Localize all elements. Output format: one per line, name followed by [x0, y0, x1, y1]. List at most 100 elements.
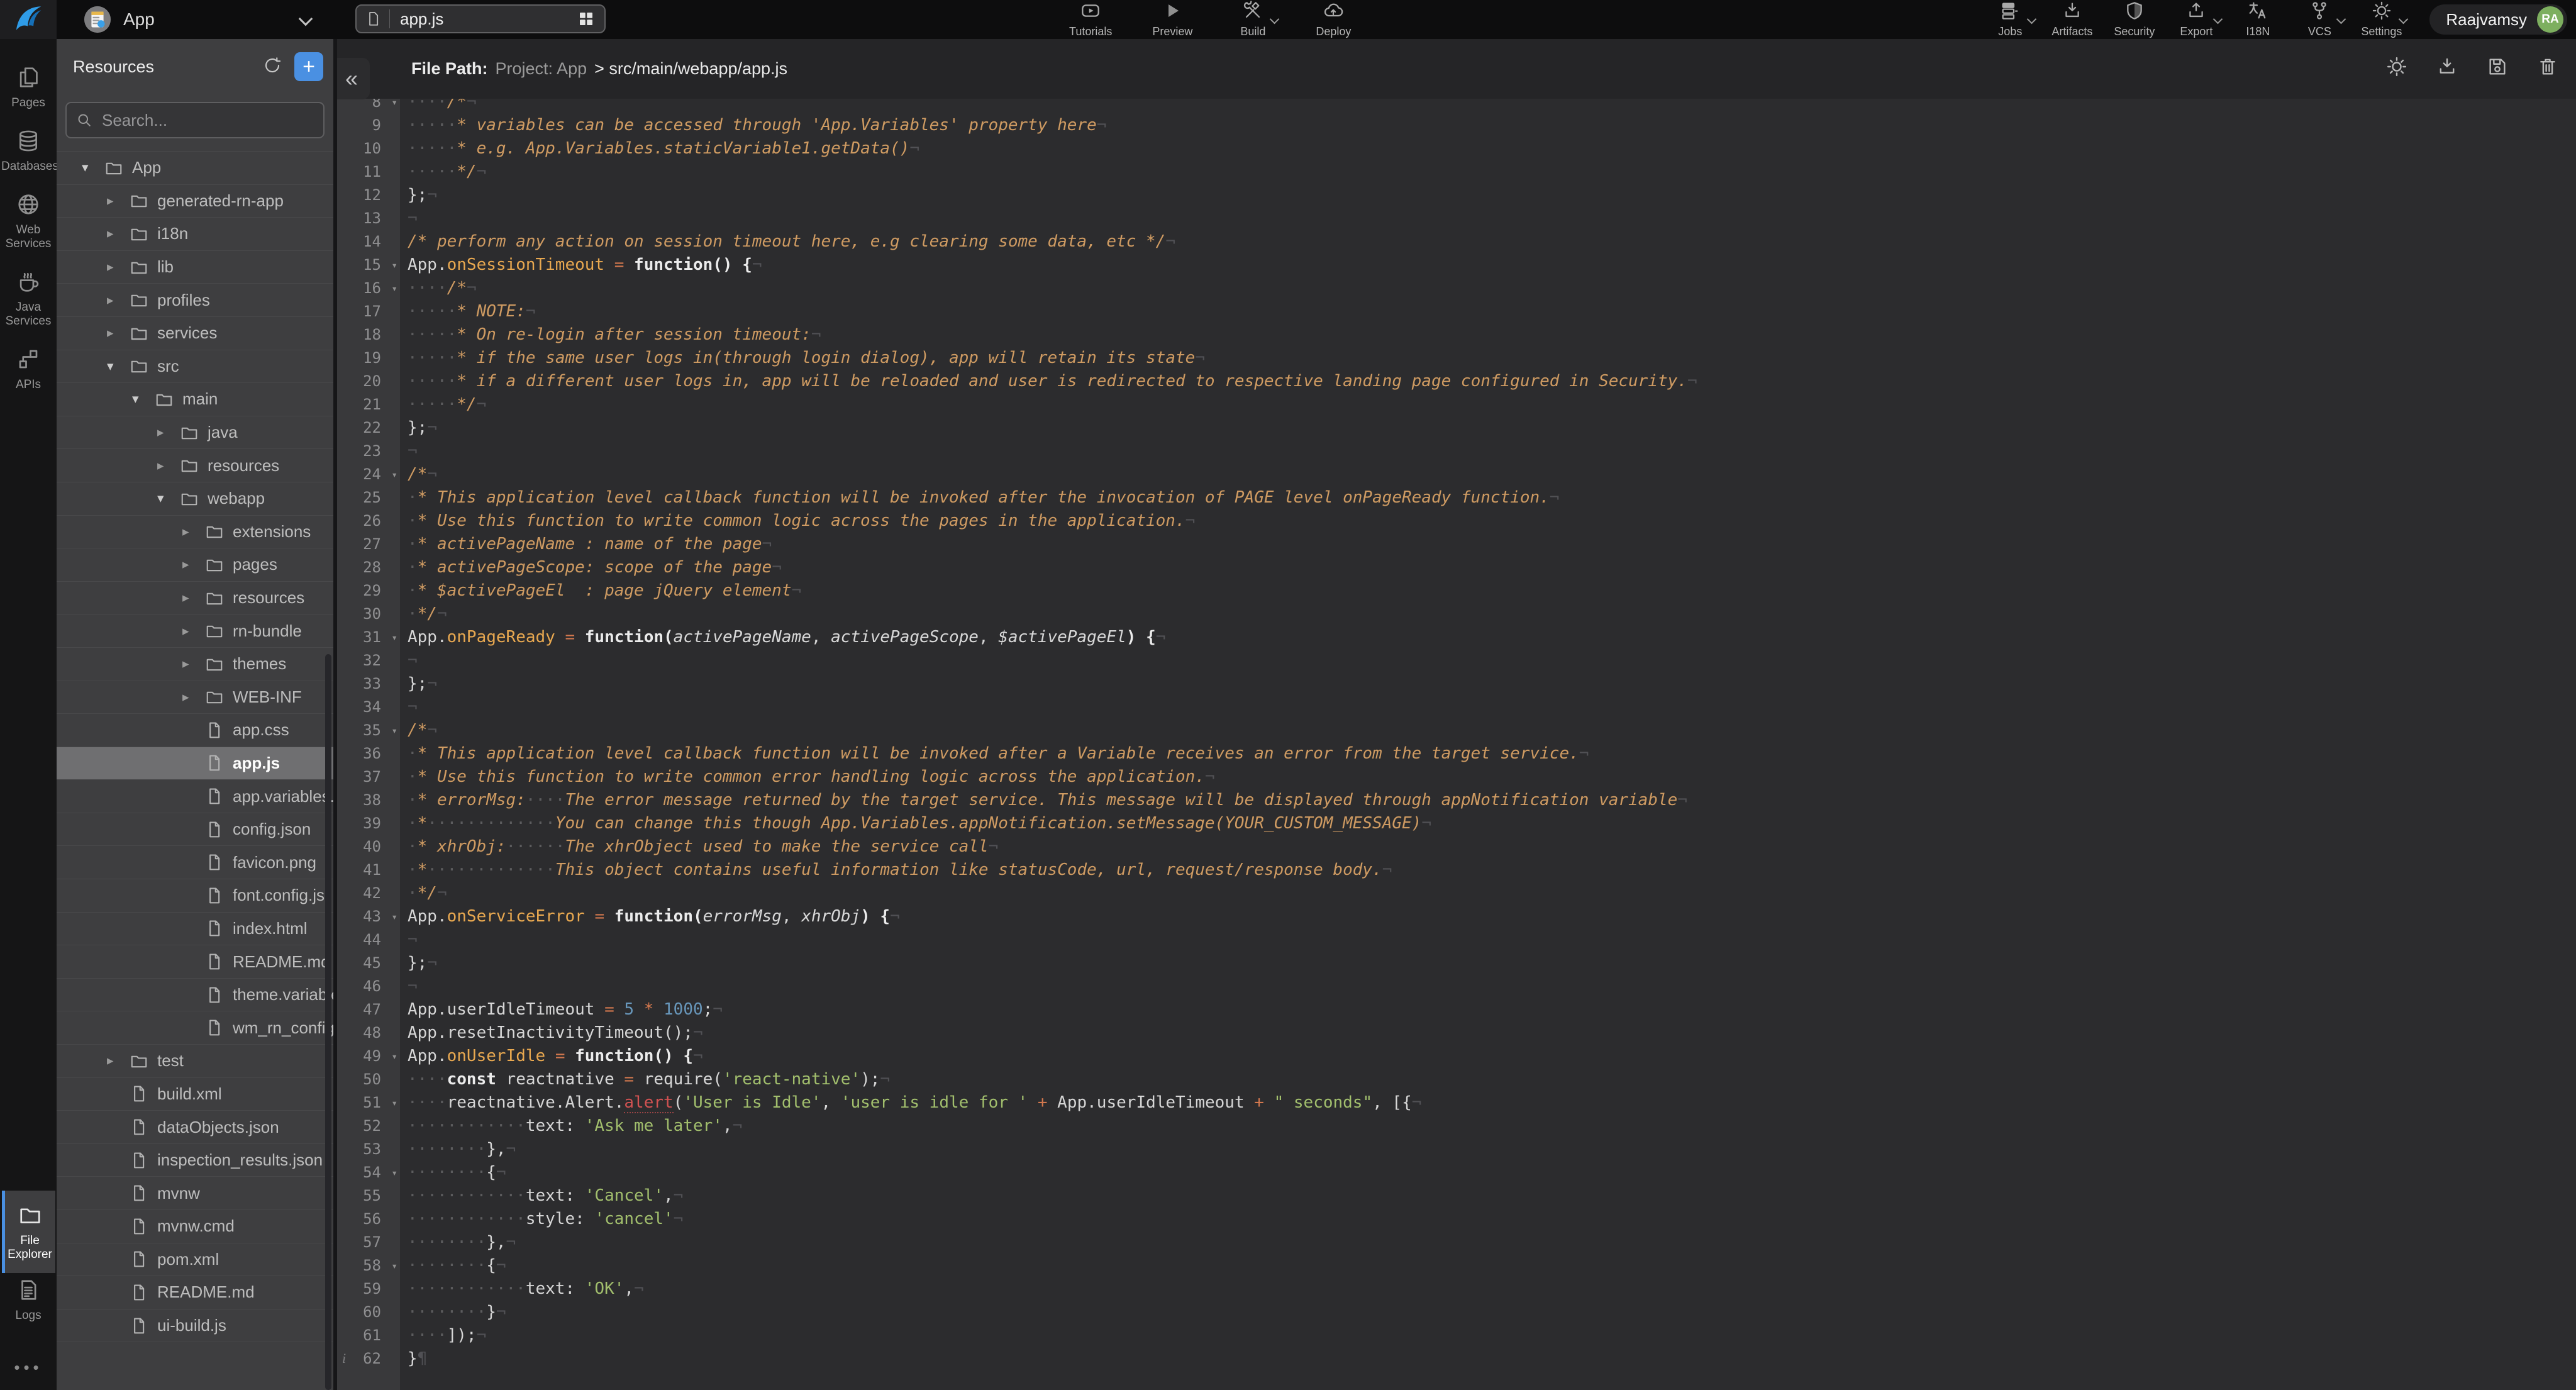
tab-appjs[interactable]: app.js — [355, 4, 606, 33]
tree-row[interactable]: README.md — [57, 945, 333, 979]
search-input[interactable] — [101, 110, 314, 131]
panel-scrollbar[interactable] — [325, 654, 331, 1390]
tree-row[interactable]: ▸extensions — [57, 516, 333, 549]
tree-row[interactable]: ▸profiles — [57, 284, 333, 317]
tree-row[interactable]: ▾App — [57, 152, 333, 185]
code-line[interactable]: 9·····* variables can be accessed throug… — [337, 114, 2576, 137]
tree-row[interactable]: font.config.js — [57, 879, 333, 913]
editor-settings-gear-icon[interactable] — [2386, 56, 2407, 82]
collapsed-arrow-icon[interactable]: ▸ — [157, 458, 180, 474]
tree-row[interactable]: ▸themes — [57, 648, 333, 681]
code-line[interactable]: 60········}¬ — [337, 1301, 2576, 1324]
code-line[interactable]: 16▾····/*¬ — [337, 277, 2576, 300]
chevron-down-icon[interactable] — [299, 12, 313, 26]
code-line[interactable]: 20·····* if a different user logs in, ap… — [337, 370, 2576, 393]
chevron-down-icon[interactable] — [2399, 14, 2409, 25]
jobs-button[interactable]: Jobs — [1990, 1, 2030, 38]
code-line[interactable]: 18·····* On re-login after session timeo… — [337, 323, 2576, 347]
security-button[interactable]: Security — [2114, 1, 2155, 38]
tree-row[interactable]: theme.variables.less — [57, 979, 333, 1012]
tree-row[interactable]: ▸generated-rn-app — [57, 185, 333, 218]
sidebar-item-pages[interactable]: Pages — [0, 65, 57, 110]
code-line[interactable]: 40·* xhrObj:······The xhrObject used to … — [337, 835, 2576, 859]
collapsed-arrow-icon[interactable]: ▸ — [107, 259, 130, 275]
code-line[interactable]: 14/* perform any action on session timeo… — [337, 230, 2576, 253]
code-line[interactable]: 62i}¶ — [337, 1347, 2576, 1371]
chevron-down-icon[interactable] — [2336, 14, 2346, 25]
code-line[interactable]: 59············text: 'OK',¬ — [337, 1277, 2576, 1301]
code-line[interactable]: 10·····* e.g. App.Variables.staticVariab… — [337, 137, 2576, 160]
collapsed-arrow-icon[interactable]: ▸ — [182, 524, 205, 540]
tree-row[interactable]: dataObjects.json — [57, 1111, 333, 1144]
collapsed-arrow-icon[interactable]: ▸ — [182, 590, 205, 606]
tree-row[interactable]: ▸services — [57, 317, 333, 350]
code-area[interactable]: 8▾····/*¬9·····* variables can be access… — [337, 99, 2576, 1390]
code-line[interactable]: 41·*·············This object contains us… — [337, 859, 2576, 882]
chevron-down-icon[interactable] — [2027, 14, 2037, 25]
collapsed-arrow-icon[interactable]: ▸ — [107, 193, 130, 209]
fold-arrow-icon[interactable]: ▾ — [391, 99, 397, 114]
tree-row[interactable]: ▸WEB-INF — [57, 681, 333, 714]
tree-row[interactable]: app.js — [57, 747, 333, 781]
sidebar-item-java-services[interactable]: Java Services — [0, 270, 57, 328]
vcs-button[interactable]: VCS — [2299, 1, 2340, 38]
code-line[interactable]: 55············text: 'Cancel',¬ — [337, 1184, 2576, 1208]
code-line[interactable]: 42·*/¬ — [337, 882, 2576, 905]
expanded-arrow-icon[interactable]: ▾ — [82, 160, 104, 175]
code-line[interactable]: 22};¬ — [337, 416, 2576, 440]
tree-row[interactable]: app.variables.js — [57, 780, 333, 813]
tree-row[interactable]: ▸pages — [57, 548, 333, 582]
code-line[interactable]: 48App.resetInactivityTimeout();¬ — [337, 1021, 2576, 1045]
code-line[interactable]: 45};¬ — [337, 952, 2576, 975]
code-line[interactable]: 17·····* NOTE:¬ — [337, 300, 2576, 323]
tree-row[interactable]: favicon.png — [57, 846, 333, 879]
code-line[interactable]: 39·*·············You can change this tho… — [337, 812, 2576, 835]
tree-row[interactable]: ▸resources — [57, 582, 333, 615]
code-line[interactable]: 19·····* if the same user logs in(throug… — [337, 347, 2576, 370]
tree-row[interactable]: ▸resources — [57, 449, 333, 482]
sidebar-item-logs[interactable]: Logs — [0, 1278, 57, 1323]
collapsed-arrow-icon[interactable]: ▸ — [107, 226, 130, 242]
tree-row[interactable]: ui-build.js — [57, 1309, 333, 1343]
expanded-arrow-icon[interactable]: ▾ — [132, 391, 155, 407]
tree-row[interactable]: ▾webapp — [57, 482, 333, 516]
fold-arrow-icon[interactable]: ▾ — [391, 1091, 397, 1115]
i18n-button[interactable]: I18N — [2238, 1, 2278, 38]
tree-row[interactable]: ▸i18n — [57, 218, 333, 251]
wavemaker-logo[interactable] — [0, 0, 57, 39]
expanded-arrow-icon[interactable]: ▾ — [107, 359, 130, 374]
fold-arrow-icon[interactable]: ▾ — [391, 905, 397, 928]
fold-arrow-icon[interactable]: ▾ — [391, 463, 397, 486]
user-menu[interactable]: Raajvamsy RA — [2429, 4, 2567, 35]
sidebar-item-databases[interactable]: Databases — [0, 129, 57, 174]
code-line[interactable]: 38·* errorMsg:····The error message retu… — [337, 789, 2576, 812]
code-line[interactable]: 29·* $activePageEl : page jQuery element… — [337, 579, 2576, 603]
code-line[interactable]: 8▾····/*¬ — [337, 99, 2576, 114]
fold-arrow-icon[interactable]: ▾ — [391, 1254, 397, 1277]
code-line[interactable]: 13¬ — [337, 207, 2576, 230]
code-line[interactable]: 23¬ — [337, 440, 2576, 463]
fold-arrow-icon[interactable]: ▾ — [391, 1045, 397, 1068]
sidebar-item-apis[interactable]: APIs — [0, 347, 57, 392]
tree-row[interactable]: pom.xml — [57, 1243, 333, 1277]
collapsed-arrow-icon[interactable]: ▸ — [182, 557, 205, 572]
code-line[interactable]: 61····]);¬ — [337, 1324, 2576, 1347]
tree-row[interactable]: app.css — [57, 714, 333, 747]
code-line[interactable]: 54▾········{¬ — [337, 1161, 2576, 1184]
refresh-icon[interactable] — [263, 56, 282, 78]
add-resource-button[interactable]: + — [294, 52, 323, 81]
tutorials-button[interactable]: Tutorials — [1069, 1, 1112, 38]
tree-row[interactable]: inspection_results.json — [57, 1144, 333, 1177]
code-line[interactable]: 21·····*/¬ — [337, 393, 2576, 416]
collapsed-arrow-icon[interactable]: ▸ — [182, 623, 205, 639]
code-line[interactable]: 47App.userIdleTimeout = 5 * 1000;¬ — [337, 998, 2576, 1021]
tree-row[interactable]: config.json — [57, 813, 333, 847]
save-file-icon[interactable] — [2487, 56, 2508, 82]
code-line[interactable]: 44¬ — [337, 928, 2576, 952]
code-line[interactable]: 43▾App.onServiceError = function(errorMs… — [337, 905, 2576, 928]
code-line[interactable]: 49▾App.onUserIdle = function() {¬ — [337, 1045, 2576, 1068]
fold-arrow-icon[interactable]: ▾ — [391, 1161, 397, 1184]
collapsed-arrow-icon[interactable]: ▸ — [182, 656, 205, 672]
tree-row[interactable]: index.html — [57, 913, 333, 946]
tree-row[interactable]: mvnw.cmd — [57, 1210, 333, 1243]
